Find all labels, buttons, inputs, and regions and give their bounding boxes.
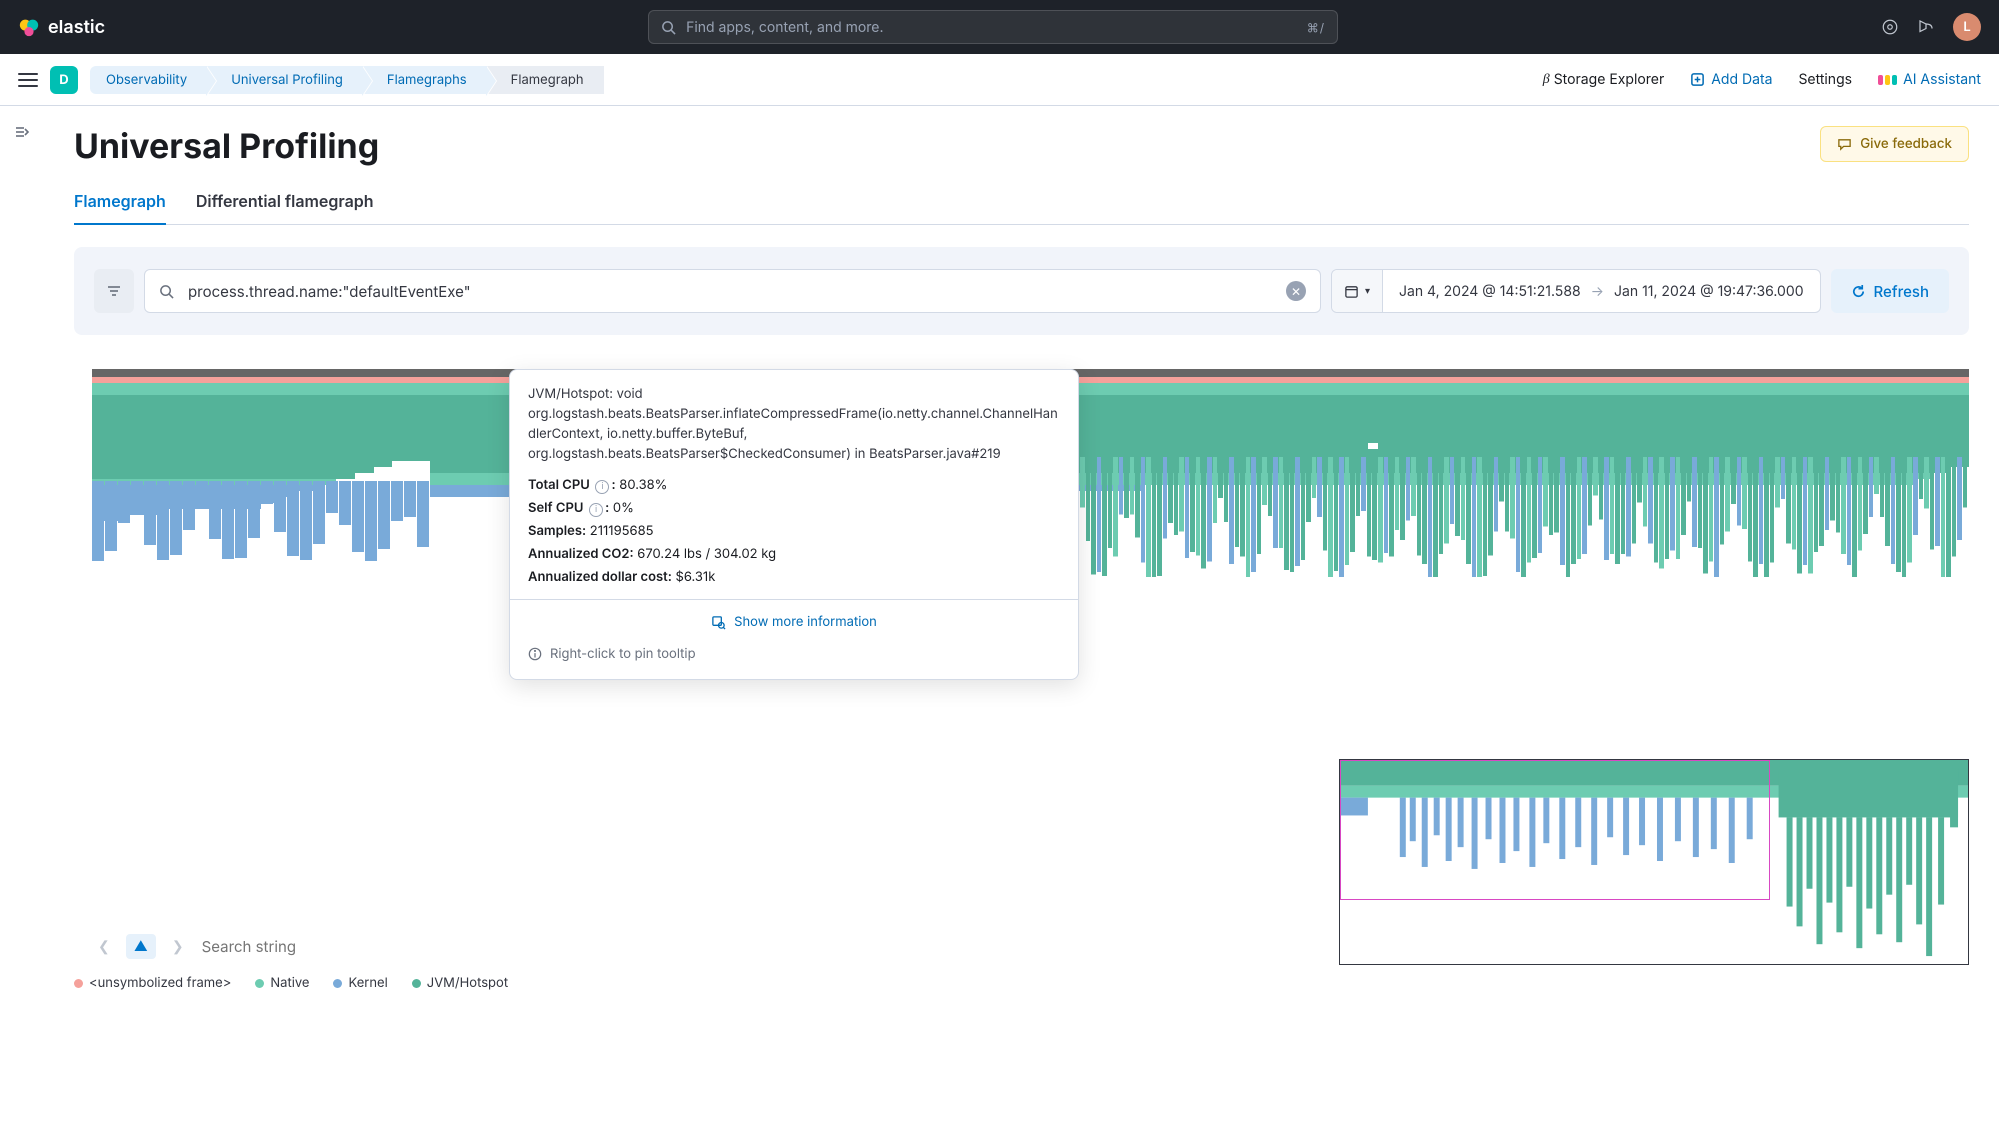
- breadcrumb-flamegraphs[interactable]: Flamegraphs: [363, 66, 487, 94]
- legend-item[interactable]: <unsymbolized frame>: [74, 975, 231, 991]
- filter-toggle-button[interactable]: [94, 269, 134, 313]
- tooltip-total-cpu: Total CPU i: 80.38%: [528, 475, 1060, 495]
- breadcrumb-observability[interactable]: Observability: [90, 66, 207, 94]
- breadcrumb-row: D Observability Universal Profiling Flam…: [0, 54, 1999, 106]
- query-input[interactable]: [186, 281, 1274, 302]
- chevron-down-icon: ▾: [1365, 285, 1370, 297]
- help-icon[interactable]: [1881, 18, 1899, 36]
- elastic-logo-icon: [18, 16, 40, 38]
- nav-toggle-button[interactable]: [18, 70, 38, 90]
- expand-sidebar-icon[interactable]: [14, 124, 30, 1011]
- main-content: Universal Profiling Give feedback Flameg…: [44, 106, 1999, 1011]
- legend-item[interactable]: JVM/Hotspot: [412, 975, 508, 991]
- frame-search-input[interactable]: [200, 936, 460, 957]
- show-more-information-button[interactable]: Show more information: [510, 599, 1078, 634]
- ai-assistant-icon: [1878, 75, 1897, 85]
- tab-flamegraph[interactable]: Flamegraph: [74, 191, 166, 225]
- add-data-link[interactable]: Add Data: [1690, 71, 1772, 88]
- tooltip-cost: Annualized dollar cost: $6.31k: [528, 567, 1060, 587]
- page-shell: Universal Profiling Give feedback Flameg…: [0, 106, 1999, 1011]
- info-icon: [528, 647, 542, 661]
- search-icon: [159, 284, 174, 299]
- chat-bubble-icon: [1837, 137, 1852, 152]
- tab-differential-flamegraph[interactable]: Differential flamegraph: [196, 191, 374, 224]
- filter-bar: ✕ ▾ Jan 4, 2024 @ 14:51:21.588 → Jan 11,…: [74, 247, 1969, 335]
- space-selector[interactable]: D: [50, 66, 78, 94]
- inspect-icon: [711, 615, 726, 630]
- add-data-icon: [1690, 72, 1705, 87]
- global-search[interactable]: Find apps, content, and more. ⌘/: [648, 10, 1338, 44]
- global-header: elastic Find apps, content, and more. ⌘/…: [0, 0, 1999, 54]
- breadcrumb-universal-profiling[interactable]: Universal Profiling: [207, 66, 363, 94]
- frame-search-bar: ❮ ▲ ❯: [92, 934, 460, 959]
- page-header: Universal Profiling Give feedback: [74, 126, 1969, 191]
- header-links: βStorage Explorer Add Data Settings AI A…: [1543, 71, 1981, 88]
- brand-logo[interactable]: elastic: [18, 16, 105, 38]
- minimap-selection[interactable]: [1340, 760, 1770, 900]
- flamegraph-area: JVM/Hotspot: void org.logstash.beats.Bea…: [74, 369, 1969, 959]
- prev-match-button[interactable]: ❮: [92, 934, 116, 959]
- calendar-icon[interactable]: ▾: [1332, 270, 1383, 312]
- flamegraph-tooltip: JVM/Hotspot: void org.logstash.beats.Bea…: [509, 369, 1079, 680]
- legend-item[interactable]: Kernel: [333, 975, 387, 991]
- header-icons: L: [1881, 13, 1981, 41]
- breadcrumb: Observability Universal Profiling Flameg…: [90, 66, 604, 94]
- beta-icon: β: [1543, 72, 1550, 88]
- tooltip-samples: Samples: 211195685: [528, 521, 1060, 541]
- time-from: Jan 4, 2024 @ 14:51:21.588: [1399, 283, 1581, 300]
- tooltip-self-cpu: Self CPU i: 0%: [528, 498, 1060, 518]
- query-input-wrap: ✕: [144, 269, 1321, 313]
- brand-name: elastic: [48, 17, 105, 38]
- next-match-button[interactable]: ❯: [166, 934, 190, 959]
- clear-query-button[interactable]: ✕: [1286, 281, 1306, 301]
- time-picker[interactable]: ▾ Jan 4, 2024 @ 14:51:21.588 → Jan 11, 2…: [1331, 269, 1821, 313]
- refresh-icon: [1851, 284, 1866, 299]
- info-icon[interactable]: i: [595, 480, 609, 494]
- storage-explorer-link[interactable]: βStorage Explorer: [1543, 71, 1665, 88]
- refresh-button[interactable]: Refresh: [1831, 269, 1949, 313]
- breadcrumb-flamegraph: Flamegraph: [487, 66, 604, 94]
- tooltip-frame-name: JVM/Hotspot: void org.logstash.beats.Bea…: [528, 384, 1060, 465]
- current-match-icon[interactable]: ▲: [126, 934, 156, 959]
- legend-item[interactable]: Native: [255, 975, 309, 991]
- give-feedback-button[interactable]: Give feedback: [1820, 126, 1969, 162]
- page-title: Universal Profiling: [74, 126, 379, 167]
- arrow-right-icon: →: [1591, 283, 1604, 300]
- collapsed-sidebar: [0, 106, 44, 1011]
- settings-link[interactable]: Settings: [1798, 71, 1852, 88]
- tabs: Flamegraph Differential flamegraph: [74, 191, 1969, 225]
- flamegraph-minimap[interactable]: [1339, 759, 1969, 965]
- newsfeed-icon[interactable]: [1917, 18, 1935, 36]
- global-search-wrap: Find apps, content, and more. ⌘/: [121, 10, 1865, 44]
- ai-assistant-link[interactable]: AI Assistant: [1878, 71, 1981, 88]
- time-to: Jan 11, 2024 @ 19:47:36.000: [1614, 283, 1804, 300]
- tooltip-co2: Annualized CO2: 670.24 lbs / 304.02 kg: [528, 544, 1060, 564]
- info-icon[interactable]: i: [589, 503, 603, 517]
- tooltip-hint: Right-click to pin tooltip: [528, 644, 1060, 664]
- global-search-placeholder: Find apps, content, and more.: [686, 19, 1297, 36]
- user-avatar[interactable]: L: [1953, 13, 1981, 41]
- time-range: Jan 4, 2024 @ 14:51:21.588 → Jan 11, 202…: [1383, 283, 1820, 300]
- search-icon: [661, 20, 676, 35]
- global-search-kbd: ⌘/: [1307, 20, 1325, 35]
- flamegraph-legend: <unsymbolized frame> Native Kernel JVM/Hots…: [74, 975, 1969, 991]
